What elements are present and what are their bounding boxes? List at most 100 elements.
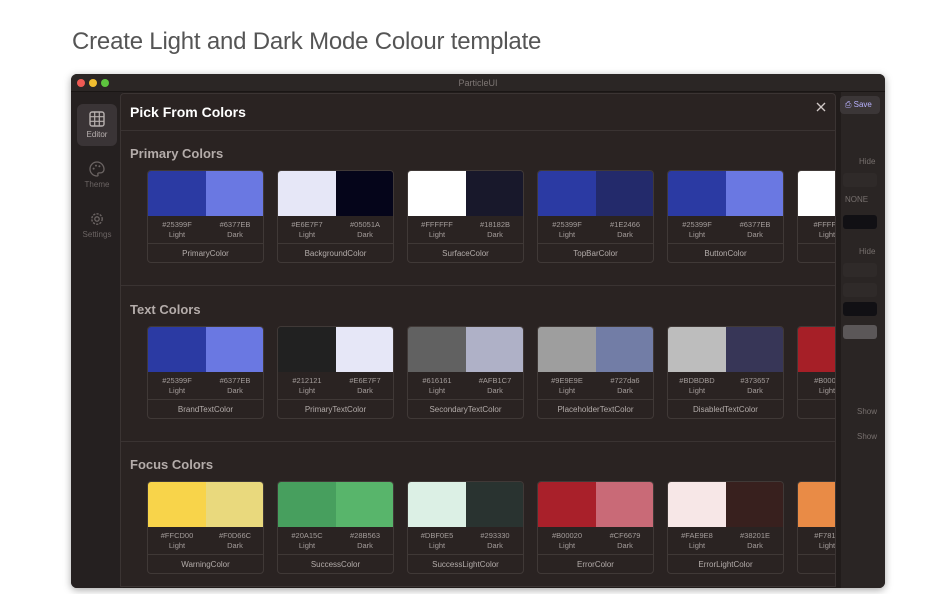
dark-swatch [336, 171, 393, 216]
card-divider [798, 554, 835, 555]
light-swatch [278, 482, 336, 527]
light-info: #FFFFFF Light [408, 220, 466, 240]
save-button-label: Save [853, 100, 872, 109]
dark-info: #28B563 Dark [336, 531, 393, 551]
color-field-3[interactable] [843, 325, 877, 339]
show-toggle-1[interactable]: Show [857, 407, 877, 416]
light-info: #25399F Light [538, 220, 596, 240]
color-card[interactable]: #B0002Light E [797, 326, 835, 419]
light-info: #B00020 Light [538, 531, 596, 551]
light-swatch [798, 327, 835, 372]
color-card[interactable]: #616161 Light #AFB1C7 Dark SecondaryTextColo… [407, 326, 524, 419]
dark-info: #6377EB Dark [726, 220, 783, 240]
page-heading: Create Light and Dark Mode Colour templa… [72, 28, 542, 55]
panel-field-1[interactable] [843, 173, 877, 187]
color-name: SecondaryTextColor [429, 405, 502, 414]
color-card[interactable]: #212121 Light #E6E7F7 Dark PrimaryTextColor [277, 326, 394, 419]
light-info: #DBF0E5 Light [408, 531, 466, 551]
dark-hex-value: #1E2466 [609, 220, 641, 229]
color-field-2[interactable] [843, 302, 877, 316]
color-picker-dialog: Pick From Colors Primary Colors #25399F Li… [120, 93, 836, 587]
color-name: WarningColor [181, 560, 230, 569]
dark-hex-value: #CF6679 [609, 531, 641, 540]
light-swatch [408, 482, 466, 527]
dark-info: #F0D66C Dark [206, 531, 263, 551]
show-toggle-2[interactable]: Show [857, 432, 877, 441]
dark-hex-value: #727da6 [610, 376, 640, 385]
color-card[interactable]: #FFCD00 Light #F0D66C Dark WarningColor [147, 481, 264, 574]
hide-toggle-2[interactable]: Hide [859, 247, 875, 256]
light-info: #FFFFFLight [798, 220, 835, 240]
light-hex-value: #FAE9E8 [681, 531, 713, 540]
card-divider [408, 243, 523, 244]
light-mode-label: Light [688, 386, 706, 395]
color-name: BrandTextColor [177, 405, 234, 414]
light-mode-label: Light [428, 541, 446, 550]
light-mode-label: Light [168, 386, 186, 395]
color-card[interactable]: #FFFFFF Light #18182B Dark SurfaceColor [407, 170, 524, 263]
dark-mode-label: Dark [747, 386, 763, 395]
divider [121, 441, 835, 442]
light-mode-label: Light [558, 386, 576, 395]
dark-swatch [466, 482, 523, 527]
card-divider [538, 554, 653, 555]
color-card[interactable]: #25399F Light #6377EB Dark BrandTextColor [147, 326, 264, 419]
light-mode-label: Light [688, 230, 706, 239]
light-hex-value: #25399F [162, 220, 192, 229]
color-field-1[interactable] [843, 215, 877, 229]
dark-info: #05051A Dark [336, 220, 393, 240]
color-card[interactable]: #25399F Light #6377EB Dark ButtonColor [667, 170, 784, 263]
save-button[interactable]: ⎙ Save [840, 96, 880, 114]
color-card[interactable]: #25399F Light #6377EB Dark PrimaryColor [147, 170, 264, 263]
panel-field-2[interactable] [843, 263, 877, 277]
color-card[interactable]: #E6E7F7 Light #05051A Dark BackgroundColor [277, 170, 394, 263]
panel-field-3[interactable] [843, 283, 877, 297]
sidebar-item-editor[interactable]: Editor [77, 104, 117, 146]
color-card[interactable]: #20A15C Light #28B563 Dark SuccessColor [277, 481, 394, 574]
light-mode-label: Light [428, 386, 446, 395]
dark-info: #727da6 Dark [596, 376, 653, 396]
sidebar-item-settings[interactable]: Settings [77, 204, 117, 246]
card-divider [148, 243, 263, 244]
light-mode-label: Light [298, 541, 316, 550]
dark-mode-label: Dark [747, 541, 763, 550]
dark-info: #6377EB Dark [206, 376, 263, 396]
none-value[interactable]: NONE [845, 195, 868, 204]
light-swatch [278, 171, 336, 216]
hide-toggle-1[interactable]: Hide [859, 157, 875, 166]
light-swatch [798, 171, 835, 216]
light-swatch [408, 171, 466, 216]
card-divider [668, 554, 783, 555]
color-name: ErrorLightColor [698, 560, 753, 569]
color-card[interactable]: #DBF0E5 Light #293330 Dark SuccessLightColor [407, 481, 524, 574]
light-swatch [538, 171, 596, 216]
properties-panel [841, 92, 885, 588]
light-mode-label: Light [558, 541, 576, 550]
dark-swatch [726, 482, 783, 527]
dark-hex-value: #F0D66C [218, 531, 252, 540]
light-swatch [538, 327, 596, 372]
light-mode-label: Light [558, 230, 576, 239]
dark-info: #1E2466 Dark [596, 220, 653, 240]
color-card[interactable]: #BDBDBD Light #373657 Dark DisabledTextColor [667, 326, 784, 419]
dark-hex-value: #6377EB [739, 220, 771, 229]
close-icon[interactable] [814, 100, 828, 114]
light-hex-value: #FFCD00 [160, 531, 194, 540]
light-swatch [148, 171, 206, 216]
color-card[interactable]: #9E9E9E Light #727da6 Dark PlaceholderTextCo… [537, 326, 654, 419]
sidebar-item-theme[interactable]: Theme [77, 154, 117, 196]
light-swatch [668, 327, 726, 372]
color-card[interactable]: #25399F Light #1E2466 Dark TopBarColor [537, 170, 654, 263]
color-card[interactable]: #B00020 Light #CF6679 Dark ErrorColor [537, 481, 654, 574]
light-info: #20A15C Light [278, 531, 336, 551]
dark-mode-label: Dark [617, 230, 633, 239]
dark-mode-label: Dark [747, 230, 763, 239]
color-card[interactable]: #FAE9E8 Light #38201E Dark ErrorLightColor [667, 481, 784, 574]
color-card[interactable]: #FFFFFLight Bo [797, 170, 835, 263]
dark-mode-label: Dark [227, 230, 243, 239]
dark-mode-label: Dark [357, 541, 373, 550]
color-card[interactable]: #F7812Light H [797, 481, 835, 574]
dark-hex-value: #293330 [480, 531, 510, 540]
light-info: #212121 Light [278, 376, 336, 396]
gear-icon [91, 213, 103, 225]
